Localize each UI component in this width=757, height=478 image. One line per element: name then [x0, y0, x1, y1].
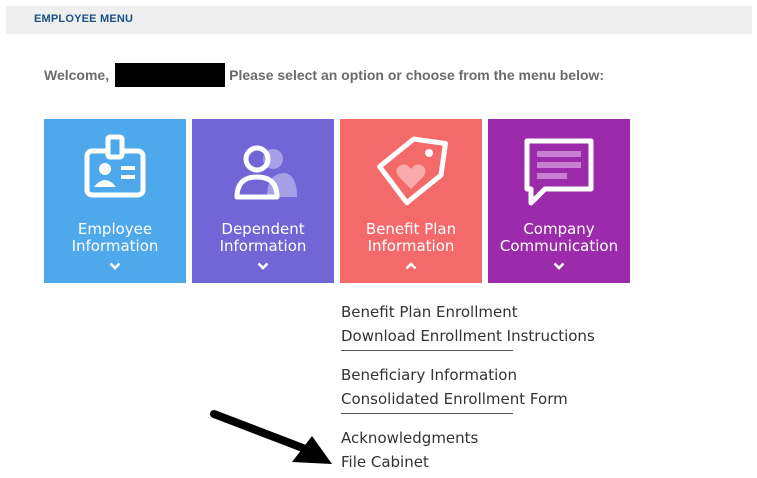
tile-label: Employee Information — [71, 220, 159, 255]
id-badge-icon — [44, 133, 186, 213]
submenu-beneficiary-information[interactable]: Beneficiary Information — [341, 363, 641, 387]
submenu-benefit-plan-enrollment[interactable]: Benefit Plan Enrollment — [341, 300, 641, 324]
chevron-down-icon — [488, 261, 630, 271]
chevron-up-icon — [340, 261, 482, 271]
welcome-greeting: Welcome, — [44, 67, 110, 83]
tile-benefit-plan-information[interactable]: Benefit Plan Information — [340, 119, 482, 283]
tile-dependent-information[interactable]: Dependent Information — [192, 119, 334, 283]
employee-menu-title: EMPLOYEE MENU — [34, 13, 134, 25]
employee-menu-bar: EMPLOYEE MENU — [6, 6, 752, 34]
tile-label: Dependent Information — [219, 220, 307, 255]
submenu-download-enrollment-instructions[interactable]: Download Enrollment Instructions — [341, 324, 641, 348]
tile-employee-information[interactable]: Employee Information — [44, 119, 186, 283]
chevron-down-icon — [44, 261, 186, 271]
divider — [341, 350, 513, 351]
tag-heart-icon — [340, 133, 482, 213]
chevron-down-icon — [192, 261, 334, 271]
benefit-plan-submenu: Benefit Plan Enrollment Download Enrollm… — [341, 300, 641, 474]
welcome-prompt: Please select an option or choose from t… — [229, 67, 605, 83]
submenu-consolidated-enrollment-form[interactable]: Consolidated Enrollment Form — [341, 387, 641, 411]
tile-label: Company Communication — [499, 220, 619, 255]
message-icon — [488, 133, 630, 213]
tile-company-communication[interactable]: Company Communication — [488, 119, 630, 283]
tile-label: Benefit Plan Information — [365, 220, 457, 255]
redacted-name — [115, 63, 226, 87]
divider — [341, 413, 513, 414]
submenu-acknowledgments[interactable]: Acknowledgments — [341, 426, 641, 450]
annotation-arrow-icon — [208, 408, 338, 475]
users-icon — [192, 133, 334, 213]
welcome-message: Welcome, Please select an option or choo… — [44, 62, 604, 88]
submenu-file-cabinet[interactable]: File Cabinet — [341, 450, 641, 474]
